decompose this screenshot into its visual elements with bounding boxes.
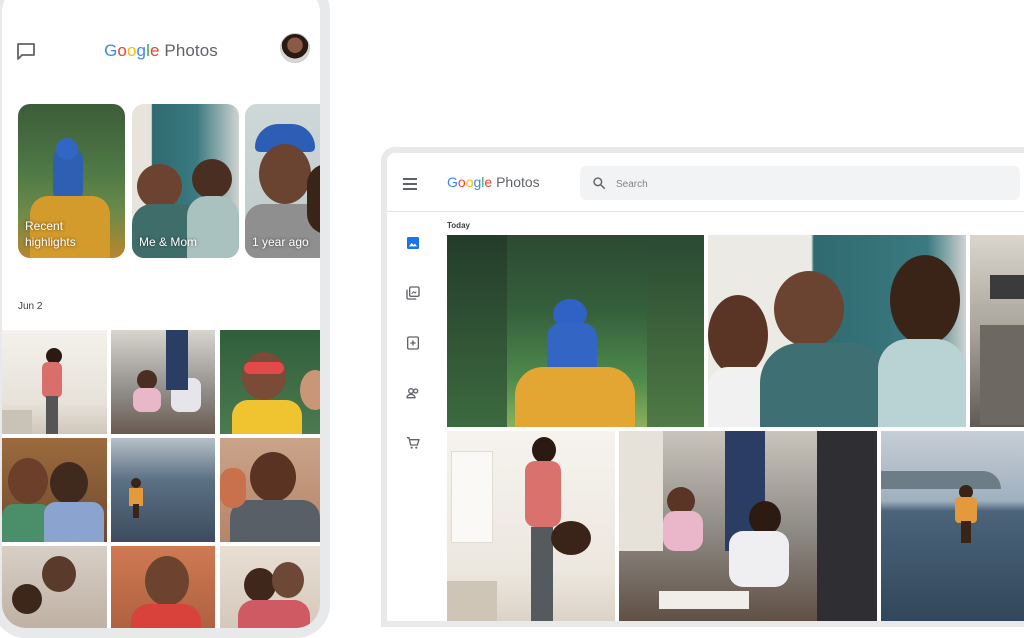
- photo-thumbnail[interactable]: [220, 330, 320, 434]
- albums-icon[interactable]: [405, 285, 421, 301]
- photo-thumbnail[interactable]: [111, 546, 215, 628]
- phone-google-photos-logo: Google Photos: [2, 41, 320, 61]
- photo-grid: [2, 318, 320, 628]
- memory-label: Recent highlights: [25, 219, 76, 249]
- memory-label: Me & Mom: [139, 235, 198, 249]
- memory-card-recent-highlights[interactable]: Recent highlights: [18, 104, 125, 258]
- search-bar[interactable]: [580, 166, 1020, 200]
- photo-thumbnail[interactable]: [2, 546, 107, 628]
- search-icon: [593, 177, 605, 189]
- photo-thumbnail[interactable]: [619, 431, 877, 621]
- menu-icon[interactable]: [403, 178, 417, 190]
- memory-card-one-year-ago[interactable]: 1 year ago: [245, 104, 320, 258]
- memories-carousel: Recent highlights Me & Mom 1 year ago: [8, 104, 320, 261]
- sharing-icon[interactable]: [405, 385, 421, 401]
- phone-app-frame: Google Photos Recent highlights Me & Mom: [0, 0, 330, 638]
- photo-thumbnail[interactable]: [2, 438, 107, 542]
- photo-thumbnail[interactable]: [111, 330, 215, 434]
- avatar[interactable]: [280, 33, 310, 63]
- photo-thumbnail[interactable]: [881, 431, 1024, 621]
- browser-header: Google Photos: [387, 153, 1024, 212]
- search-input[interactable]: [614, 174, 998, 194]
- logo-google-word: Google: [447, 174, 493, 190]
- logo-google-word: Google: [104, 41, 160, 60]
- photo-thumbnail[interactable]: [970, 235, 1024, 427]
- assistant-icon[interactable]: [405, 335, 421, 351]
- memory-label: 1 year ago: [252, 235, 309, 249]
- browser-google-photos-logo[interactable]: Google Photos: [447, 174, 540, 190]
- memory-card-me-and-mom[interactable]: Me & Mom: [132, 104, 239, 258]
- browser-app-frame: Google Photos Today: [381, 147, 1024, 627]
- phone-top-bar: Google Photos: [2, 0, 320, 98]
- date-header: Jun 2: [18, 301, 43, 312]
- photo-thumbnail[interactable]: [2, 330, 107, 434]
- photo-thumbnail[interactable]: [447, 431, 615, 621]
- photo-thumbnail[interactable]: [220, 438, 320, 542]
- logo-photos-word: Photos: [496, 174, 540, 190]
- print-store-icon[interactable]: [405, 435, 421, 451]
- logo-photos-word: Photos: [164, 41, 218, 60]
- photos-icon[interactable]: [405, 235, 421, 251]
- photo-thumbnail[interactable]: [111, 438, 215, 542]
- photo-thumbnail[interactable]: [708, 235, 966, 427]
- photo-thumbnail[interactable]: [220, 546, 320, 628]
- photo-thumbnail[interactable]: [447, 235, 704, 427]
- date-header: Today: [447, 221, 470, 230]
